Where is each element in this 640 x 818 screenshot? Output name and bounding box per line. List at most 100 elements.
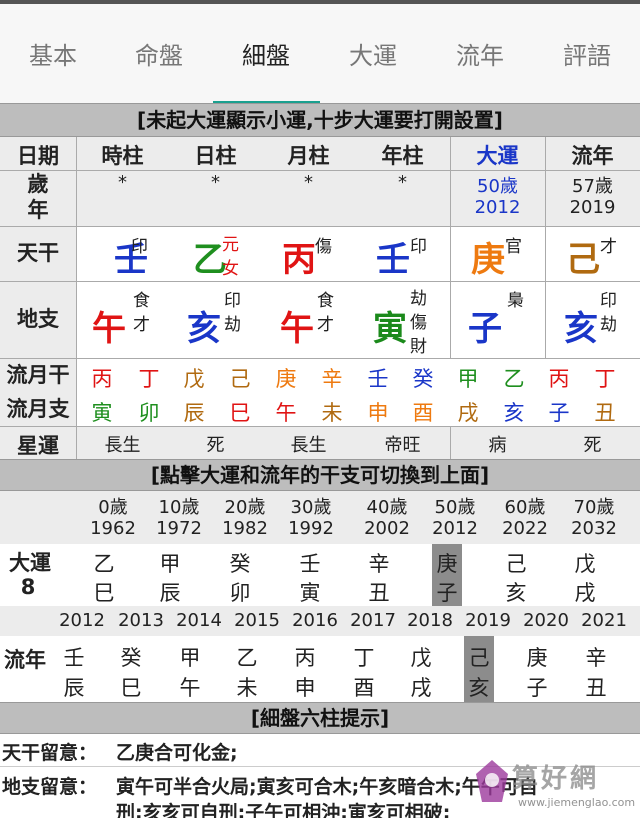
liuyue-zhi-4: 巳 bbox=[229, 401, 251, 425]
year-star: * bbox=[398, 172, 407, 193]
day-zhi-god1: 印 bbox=[224, 291, 241, 311]
dayun-year-5: 2002 bbox=[364, 518, 410, 539]
dayun-age-row: 0歲 10歲 20歲 30歲 40歲 50歲 60歲 70歲 1962 1972… bbox=[0, 491, 640, 544]
dayun-gan-1[interactable]: 乙 bbox=[88, 548, 120, 578]
dayun-zhi[interactable]: 子 bbox=[450, 301, 502, 350]
liunian-year-6: 2017 bbox=[350, 610, 396, 631]
hour-zhi-god2: 才 bbox=[133, 315, 150, 335]
liuyue-gan-label: 流月干 bbox=[0, 358, 76, 393]
tiangan-row: 天干 壬 印 乙 元 女 丙 傷 壬 印 庚 官 己 才 bbox=[0, 226, 640, 281]
liunian-gan-4[interactable]: 乙 bbox=[231, 642, 263, 672]
liunian-zhi[interactable]: 亥 bbox=[545, 301, 598, 350]
tab-chart[interactable]: 命盤 bbox=[106, 36, 212, 71]
year-zhi-god2: 傷 bbox=[410, 313, 427, 333]
dayun-zhi-8[interactable]: 戌 bbox=[569, 577, 601, 607]
dayun-age-1: 0歲 bbox=[98, 497, 128, 518]
liunian-year-2: 2013 bbox=[118, 610, 164, 631]
tiangan-hint-text: 乙庚合可化金; bbox=[116, 742, 238, 764]
liuyue-zhi-11: 子 bbox=[548, 401, 570, 425]
dayun-start-age: 8 bbox=[20, 575, 36, 599]
tab-liunian[interactable]: 流年 bbox=[427, 36, 533, 71]
col-date: 日期 bbox=[17, 144, 59, 168]
dayun-gan-3[interactable]: 癸 bbox=[224, 548, 256, 578]
tab-detail[interactable]: 細盤 bbox=[213, 36, 319, 71]
col-hour: 時柱 bbox=[101, 144, 144, 168]
liunian-gan-10[interactable]: 辛 bbox=[580, 642, 612, 672]
col-year: 年柱 bbox=[381, 144, 424, 168]
watermark-title: 算好網 bbox=[512, 764, 600, 794]
liunian-gan-9[interactable]: 庚 bbox=[521, 642, 553, 672]
dayun-year-1: 1962 bbox=[90, 518, 136, 539]
divider bbox=[0, 426, 640, 427]
liunian-zhi-10[interactable]: 丑 bbox=[580, 672, 612, 702]
liunian-gan-1[interactable]: 壬 bbox=[58, 642, 90, 672]
liunian-year: 2019 bbox=[569, 197, 616, 218]
liunian-zhi-2[interactable]: 巳 bbox=[115, 672, 147, 702]
month-gan-god: 傷 bbox=[315, 237, 332, 257]
dayun-zhi-6[interactable]: 子 bbox=[432, 577, 462, 607]
dayun-gan-8[interactable]: 戊 bbox=[569, 548, 601, 578]
liunian-year-9: 2020 bbox=[523, 610, 569, 631]
liunian-gan-3[interactable]: 甲 bbox=[174, 642, 206, 672]
day-gan-mark1: 元 bbox=[222, 235, 239, 255]
dayun-gan-7[interactable]: 己 bbox=[500, 548, 532, 578]
dayun-zhi-3[interactable]: 卯 bbox=[224, 577, 256, 607]
liuyue-zhi-row: 流月支 寅 卯 辰 巳 午 未 申 酉 戌 亥 子 丑 bbox=[0, 393, 640, 426]
liuyue-gan-5: 庚 bbox=[275, 367, 297, 391]
dayun-age-3: 20歲 bbox=[224, 497, 266, 518]
dayun-gan-5[interactable]: 辛 bbox=[363, 548, 395, 578]
dayun-zhi-5[interactable]: 丑 bbox=[363, 577, 395, 607]
liunian-gan-8[interactable]: 己 bbox=[464, 642, 494, 672]
liunian-zhi-god1: 印 bbox=[600, 291, 617, 311]
dayun-gan-2[interactable]: 甲 bbox=[154, 548, 186, 578]
watermark-logo-icon bbox=[476, 760, 508, 802]
liunian-ganzhi-row: 流年 壬 癸 甲 乙 丙 丁 戊 己 庚 辛 辰 巳 午 未 申 酉 戌 亥 子… bbox=[0, 636, 640, 702]
dayun-age-7: 60歲 bbox=[504, 497, 546, 518]
liunian-zhi-8[interactable]: 亥 bbox=[464, 672, 494, 702]
dayun-age-4: 30歲 bbox=[290, 497, 332, 518]
col-day: 日柱 bbox=[194, 144, 237, 168]
liunian-gan-6[interactable]: 丁 bbox=[348, 642, 380, 672]
dayun-zhi-7[interactable]: 亥 bbox=[500, 577, 532, 607]
month-zhi-god2: 才 bbox=[317, 315, 334, 335]
liunian-gan-2[interactable]: 癸 bbox=[115, 642, 147, 672]
tab-dayun[interactable]: 大運 bbox=[320, 36, 426, 71]
divider bbox=[0, 226, 640, 227]
liunian-zhi-3[interactable]: 午 bbox=[174, 672, 206, 702]
liuyue-gan-6: 辛 bbox=[321, 367, 343, 391]
liunian-zhi-4[interactable]: 未 bbox=[231, 672, 263, 702]
year-zhi: 寅 bbox=[373, 309, 407, 349]
day-gan-mark2: 女 bbox=[222, 259, 239, 279]
dayun-year: 2012 bbox=[474, 197, 521, 218]
dayun-year-6: 2012 bbox=[432, 518, 478, 539]
month-star: * bbox=[304, 172, 313, 193]
divider bbox=[76, 137, 77, 459]
divider bbox=[0, 170, 640, 171]
liunian-zhi-1[interactable]: 辰 bbox=[58, 672, 90, 702]
dayun-zhi-4[interactable]: 寅 bbox=[294, 577, 326, 607]
dayun-zhi-1[interactable]: 巳 bbox=[88, 577, 120, 607]
year-gan-god: 印 bbox=[410, 237, 427, 257]
dizhi-label: 地支 bbox=[0, 281, 76, 358]
dayun-zhi-2[interactable]: 辰 bbox=[154, 577, 186, 607]
liunian-year-3: 2014 bbox=[176, 610, 222, 631]
liunian-zhi-7[interactable]: 戌 bbox=[405, 672, 437, 702]
hour-xingyun: 長生 bbox=[104, 435, 141, 456]
month-gan: 丙 bbox=[282, 240, 316, 280]
liunian-gan-7[interactable]: 戊 bbox=[405, 642, 437, 672]
dayun-ganzhi-row: 大運 8 乙 甲 癸 壬 辛 庚 己 戊 巳 辰 卯 寅 丑 子 亥 戌 bbox=[0, 544, 640, 606]
dayun-year-7: 2022 bbox=[502, 518, 548, 539]
liunian-gan-5[interactable]: 丙 bbox=[289, 642, 321, 672]
liunian-gan[interactable]: 己 bbox=[545, 232, 600, 281]
dayun-gan-6[interactable]: 庚 bbox=[432, 548, 462, 578]
liunian-zhi-5[interactable]: 申 bbox=[289, 672, 321, 702]
liuyue-gan-1: 丙 bbox=[91, 367, 113, 391]
liunian-zhi-6[interactable]: 酉 bbox=[348, 672, 380, 702]
liuyue-gan-2: 丁 bbox=[138, 367, 160, 391]
year-zhi-god1: 劫 bbox=[410, 289, 427, 309]
dayun-gan-4[interactable]: 壬 bbox=[294, 548, 326, 578]
tab-basic[interactable]: 基本 bbox=[0, 36, 106, 71]
tab-comment[interactable]: 評語 bbox=[534, 36, 640, 71]
dayun-gan[interactable]: 庚 bbox=[450, 232, 505, 281]
liunian-zhi-9[interactable]: 子 bbox=[521, 672, 553, 702]
